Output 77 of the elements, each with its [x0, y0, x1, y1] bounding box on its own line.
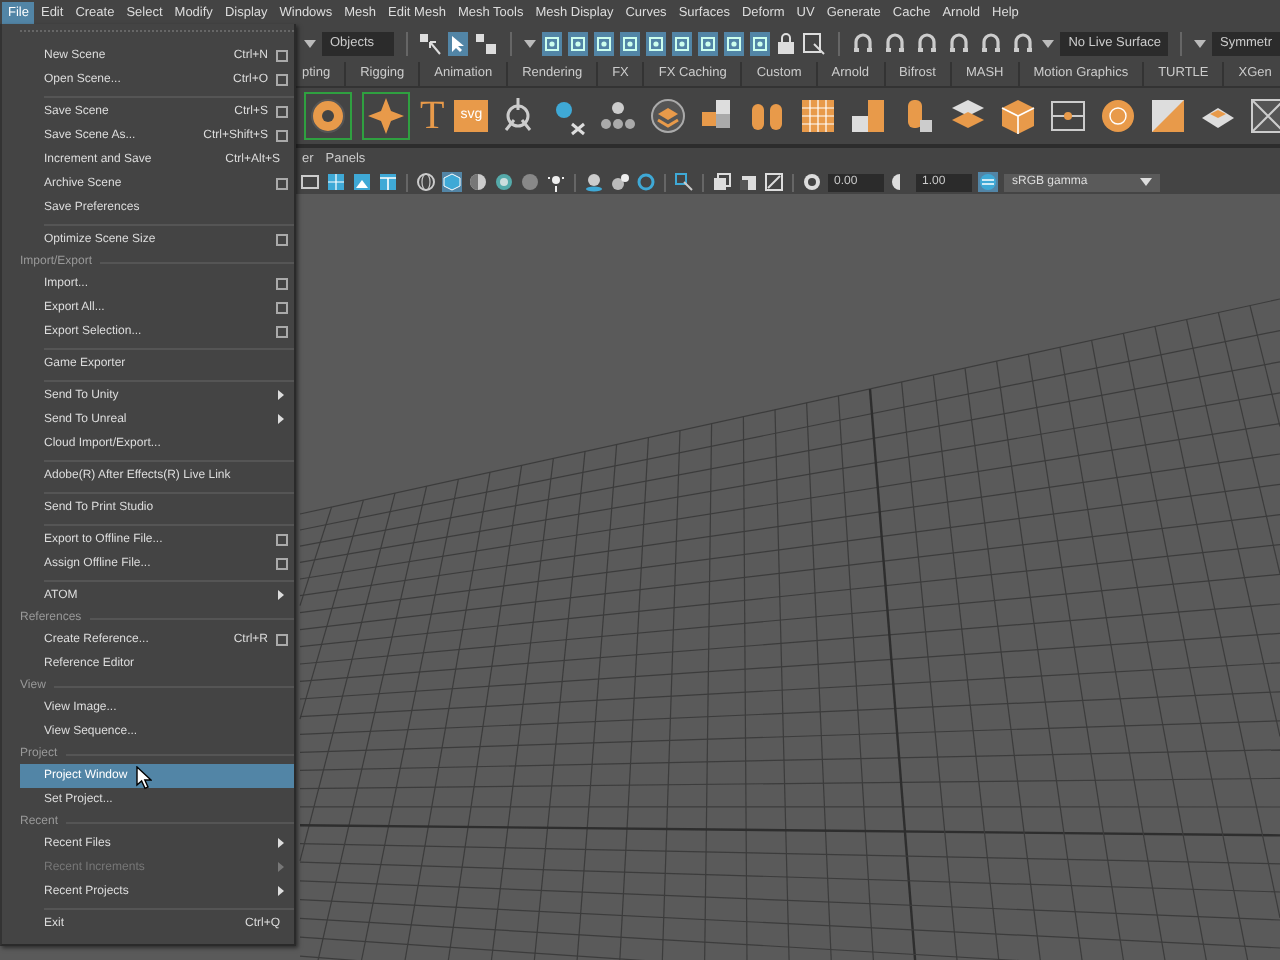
grid-icon[interactable] [848, 96, 889, 136]
magnet-icon [882, 31, 909, 55]
snap-icon [749, 33, 770, 53]
caret-down-icon [523, 37, 536, 49]
star-icon[interactable] [366, 96, 406, 136]
snap-toggle-button[interactable] [541, 31, 562, 55]
image-plane-icon[interactable] [352, 172, 372, 192]
option-box[interactable] [276, 534, 288, 546]
option-box[interactable] [276, 74, 288, 86]
option-box[interactable] [276, 178, 288, 190]
magnet-icon [946, 31, 973, 55]
cursor-arrow-icon [448, 33, 469, 53]
magnet-icon [850, 31, 877, 55]
snap-icon [541, 33, 562, 53]
snap-toggle-button[interactable] [645, 31, 666, 55]
select-object-button[interactable] [448, 31, 469, 55]
snap-icon [567, 33, 588, 53]
torus-icon[interactable] [308, 96, 348, 136]
select-component-icon [474, 31, 499, 55]
exposure-icon[interactable] [802, 172, 822, 192]
caret-down-icon [1042, 37, 1055, 49]
xray-icon[interactable] [712, 172, 732, 192]
ring-icon[interactable] [636, 172, 656, 192]
snap-icon [619, 33, 640, 53]
layers-icon[interactable] [648, 96, 689, 136]
caret-down-icon [1140, 177, 1152, 187]
snap-icon [645, 33, 666, 53]
option-box[interactable] [276, 302, 288, 314]
snap-toggle-button[interactable] [567, 31, 588, 55]
option-box[interactable] [276, 634, 288, 646]
resolution-gate-icon[interactable] [764, 172, 784, 192]
mouse-cursor-icon [136, 766, 152, 790]
caret-down-icon [1193, 37, 1206, 49]
snap-icon [593, 33, 614, 53]
snap-toggle-button[interactable] [671, 31, 692, 55]
snap-toggle-button[interactable] [697, 31, 718, 55]
snap-icon [671, 33, 692, 53]
option-box[interactable] [276, 326, 288, 338]
shadow-sphere-icon[interactable] [584, 172, 604, 192]
frame-icon[interactable] [1048, 96, 1089, 136]
option-box[interactable] [276, 130, 288, 142]
sphere-icon[interactable] [1098, 96, 1139, 136]
option-box[interactable] [276, 50, 288, 62]
light-sphere-icon[interactable] [610, 172, 630, 192]
snap-toggle-button[interactable] [723, 31, 744, 55]
select-list-icon [801, 31, 826, 55]
shaded-sphere-icon[interactable] [468, 172, 488, 192]
cube-icon[interactable] [998, 96, 1039, 136]
crossed-box-icon[interactable] [1248, 96, 1280, 136]
two-panel-icon[interactable] [378, 172, 398, 192]
grid-icon[interactable] [798, 96, 839, 136]
snap-icon [723, 33, 744, 53]
lock-icon [775, 31, 796, 55]
snap-toggle-button[interactable] [619, 31, 640, 55]
split-square-icon[interactable] [1148, 96, 1189, 136]
camera-frame-icon[interactable] [300, 172, 320, 192]
option-box[interactable] [276, 278, 288, 290]
snap-toggle-button[interactable] [749, 31, 770, 55]
option-box[interactable] [276, 106, 288, 118]
isolate-select-icon[interactable] [674, 172, 694, 192]
xray-joint-icon[interactable] [738, 172, 758, 192]
magnet-icon [914, 31, 941, 55]
color-management-icon[interactable] [978, 172, 998, 192]
snap-toggle-button[interactable] [593, 31, 614, 55]
wireframe-sphere-icon[interactable] [416, 172, 436, 192]
light-icon[interactable] [546, 172, 566, 192]
magnet-icon [978, 31, 1005, 55]
magnet-icon [1010, 31, 1037, 55]
option-box[interactable] [276, 558, 288, 570]
select-hierarchy-icon [418, 31, 443, 55]
snap-icon [697, 33, 718, 53]
four-panel-icon[interactable] [326, 172, 346, 192]
caret-down-icon [304, 37, 316, 49]
dotted-sphere-icon[interactable] [520, 172, 540, 192]
option-box[interactable] [276, 234, 288, 246]
textured-sphere-icon[interactable] [494, 172, 514, 192]
type-tool-button[interactable]: T [420, 96, 445, 136]
